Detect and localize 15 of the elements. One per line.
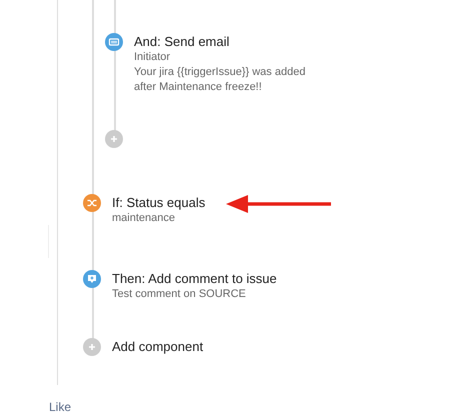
- step-detail: maintenance: [112, 211, 176, 226]
- like-link[interactable]: Like: [49, 400, 72, 414]
- email-icon: [105, 33, 123, 51]
- step-title[interactable]: And: Send email: [134, 34, 306, 50]
- comment-icon: [83, 270, 101, 288]
- plus-icon[interactable]: [83, 338, 101, 356]
- step-detail: after Maintenance freeze!!: [134, 80, 263, 95]
- step-detail: Your jira {{triggerIssue}} was added: [134, 65, 306, 80]
- step-title[interactable]: Then: Add comment to issue: [112, 271, 277, 287]
- step-title[interactable]: If: Status equals: [112, 195, 206, 211]
- add-component-label[interactable]: Add component: [112, 339, 204, 355]
- step-detail: Test comment on SOURCE: [112, 287, 247, 302]
- step-detail: Initiator: [134, 50, 172, 65]
- plus-icon[interactable]: [105, 130, 123, 148]
- shuffle-icon: [83, 194, 101, 212]
